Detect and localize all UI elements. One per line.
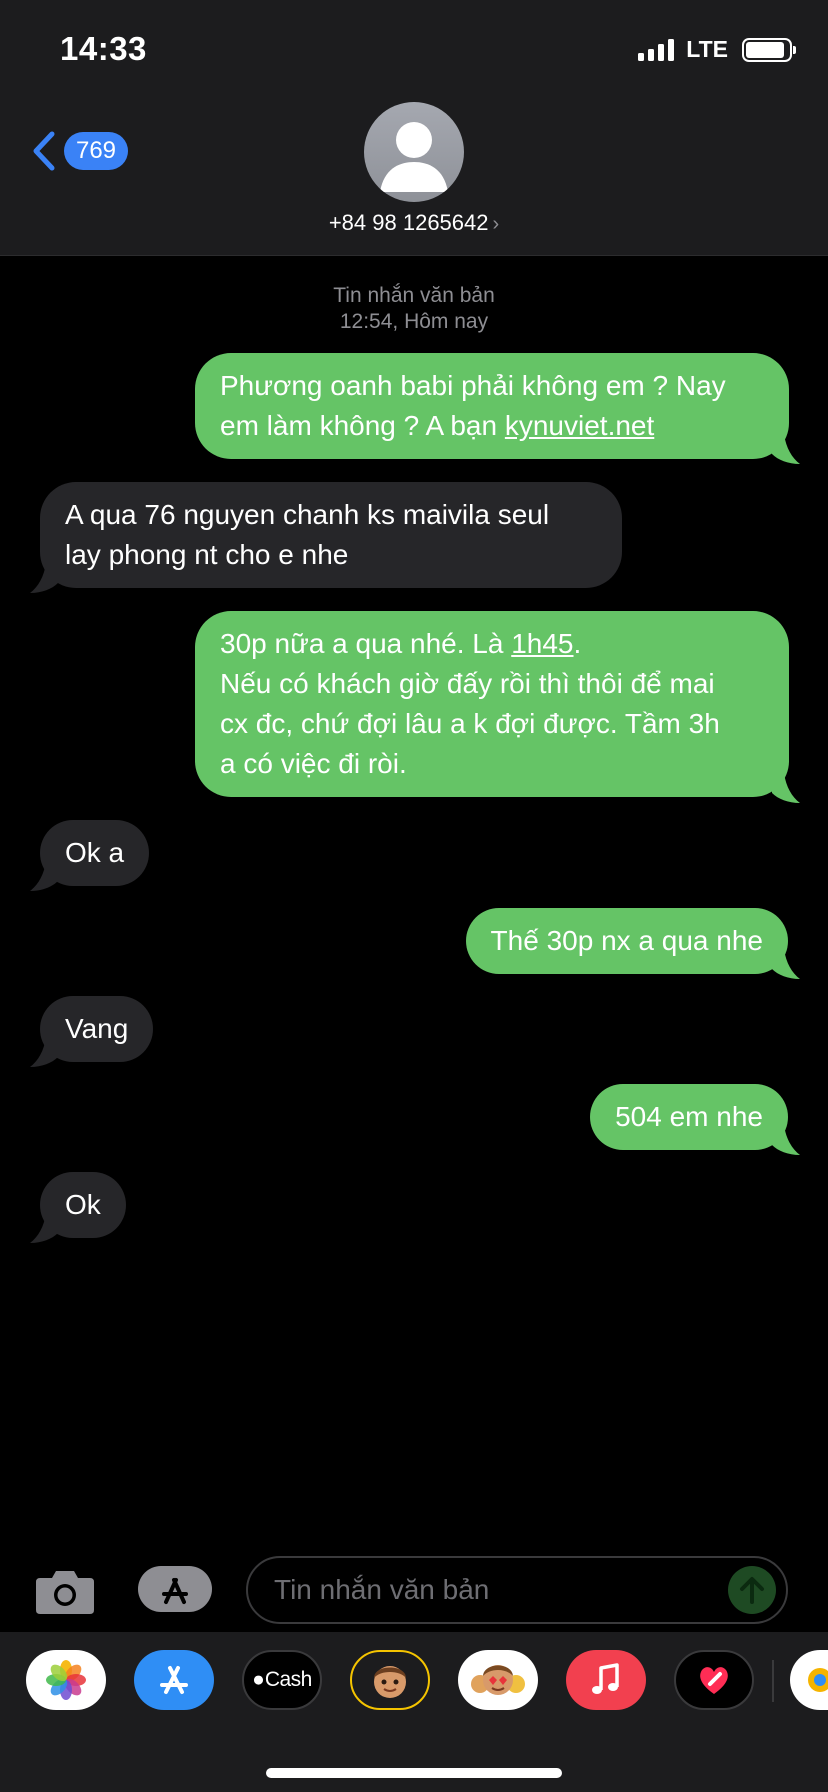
back-button[interactable]: 769 [30, 130, 128, 172]
app-store-icon [160, 1666, 188, 1694]
message-line: Thế 30p nx a qua nhe [490, 925, 763, 956]
service-label: Tin nhắn văn bản [333, 284, 495, 307]
thread-timestamp: Tin nhắn văn bản 12:54, Hôm nay [0, 283, 828, 335]
outgoing-message[interactable]: 30p nữa a qua nhé. Là 1h45. Nếu có khách… [195, 611, 789, 797]
app-store-button[interactable] [138, 1566, 212, 1612]
outgoing-bubble-tail [772, 949, 800, 979]
arrow-up-icon [740, 1577, 764, 1604]
message-link[interactable]: 1h45 [511, 628, 573, 659]
memoji-sticker-icon [471, 1665, 525, 1695]
app-store-icon [162, 1578, 188, 1604]
app-store-app-icon[interactable] [134, 1650, 214, 1710]
incoming-bubble-tail [30, 563, 58, 593]
camera-icon[interactable] [34, 1568, 96, 1616]
message-text: 30p nữa a qua nhé. Là [220, 628, 512, 659]
message-line: Phương oanh babi phải không em ? Nay [220, 370, 726, 401]
person-icon [380, 122, 448, 192]
message-text: em làm không ? A bạn [220, 410, 505, 441]
photos-app-icon[interactable] [26, 1650, 106, 1710]
message-line: Vang [65, 1013, 129, 1044]
send-button[interactable] [728, 1566, 776, 1614]
outgoing-message[interactable]: Phương oanh babi phải không em ? Nay em … [195, 353, 789, 459]
memoji-face-icon [374, 1666, 406, 1698]
message-composer: Tin nhắn văn bản [0, 1548, 828, 1632]
conversation-header: 14:33 LTE 769 +84 98 1265642 › [0, 0, 828, 256]
message-line: A qua 76 nguyen chanh ks maivila seul [65, 499, 550, 530]
message-line: Ok [65, 1189, 101, 1220]
chevron-right-icon: › [492, 213, 500, 235]
digital-touch-app-icon[interactable] [674, 1650, 754, 1710]
message-line: cx đc, chứ đợi lâu a k đợi được. Tầm 3h [220, 708, 720, 739]
contact-name-button[interactable]: +84 98 1265642 › [0, 210, 828, 236]
message-link[interactable]: kynuviet.net [505, 410, 654, 441]
battery-icon [742, 37, 796, 62]
incoming-bubble-tail [30, 861, 58, 891]
message-line: Nếu có khách giờ đấy rồi thì thôi để mai [220, 668, 715, 699]
outgoing-bubble-tail [772, 434, 800, 464]
network-label: LTE [686, 36, 728, 62]
more-apps-icon [808, 1668, 828, 1692]
timestamp-label: 12:54, Hôm nay [339, 310, 489, 333]
apple-logo-icon: ● [252, 1668, 265, 1691]
outgoing-message[interactable]: 504 em nhe [590, 1084, 788, 1150]
outgoing-bubble-tail [772, 773, 800, 803]
message-input-placeholder: Tin nhắn văn bản [274, 1574, 490, 1605]
incoming-message[interactable]: A qua 76 nguyen chanh ks maivila seul la… [40, 482, 622, 588]
message-line: Ok a [65, 837, 125, 868]
photos-icon [46, 1660, 86, 1700]
contact-avatar[interactable] [364, 102, 464, 202]
message-line: a có việc đi ròi. [220, 748, 407, 779]
imessage-app-drawer: ● Cash [0, 1632, 828, 1792]
message-line: em làm không ? A bạn kynuviet.net [220, 406, 764, 446]
message-text: . [573, 628, 582, 659]
unread-count-badge: 769 [64, 132, 128, 170]
message-line: 504 em nhe [615, 1101, 763, 1132]
cellular-signal-icon [638, 38, 675, 61]
memoji-app-icon[interactable] [350, 1650, 430, 1710]
app-drawer-divider [772, 1660, 774, 1702]
apple-cash-app-icon[interactable]: ● Cash [242, 1650, 322, 1710]
incoming-bubble-tail [30, 1037, 58, 1067]
apple-cash-label: Cash [264, 1668, 313, 1691]
music-note-icon [592, 1663, 619, 1694]
status-indicators: LTE [638, 36, 796, 63]
status-time: 14:33 [60, 30, 147, 67]
message-line: 30p nữa a qua nhé. Là 1h45. [220, 624, 764, 664]
contact-name: +84 98 1265642 [328, 210, 489, 235]
heart-icon [700, 1667, 728, 1694]
chevron-left-icon [33, 131, 55, 171]
outgoing-message[interactable]: Thế 30p nx a qua nhe [465, 908, 788, 974]
music-app-icon[interactable] [566, 1650, 646, 1710]
incoming-bubble-tail [30, 1213, 58, 1243]
more-app-icon[interactable] [790, 1650, 828, 1710]
outgoing-bubble-tail [772, 1125, 800, 1155]
memoji-stickers-app-icon[interactable] [458, 1650, 538, 1710]
message-input[interactable]: Tin nhắn văn bản [246, 1556, 788, 1624]
message-line: lay phong nt cho e nhe [65, 539, 349, 570]
home-indicator[interactable] [266, 1768, 562, 1778]
